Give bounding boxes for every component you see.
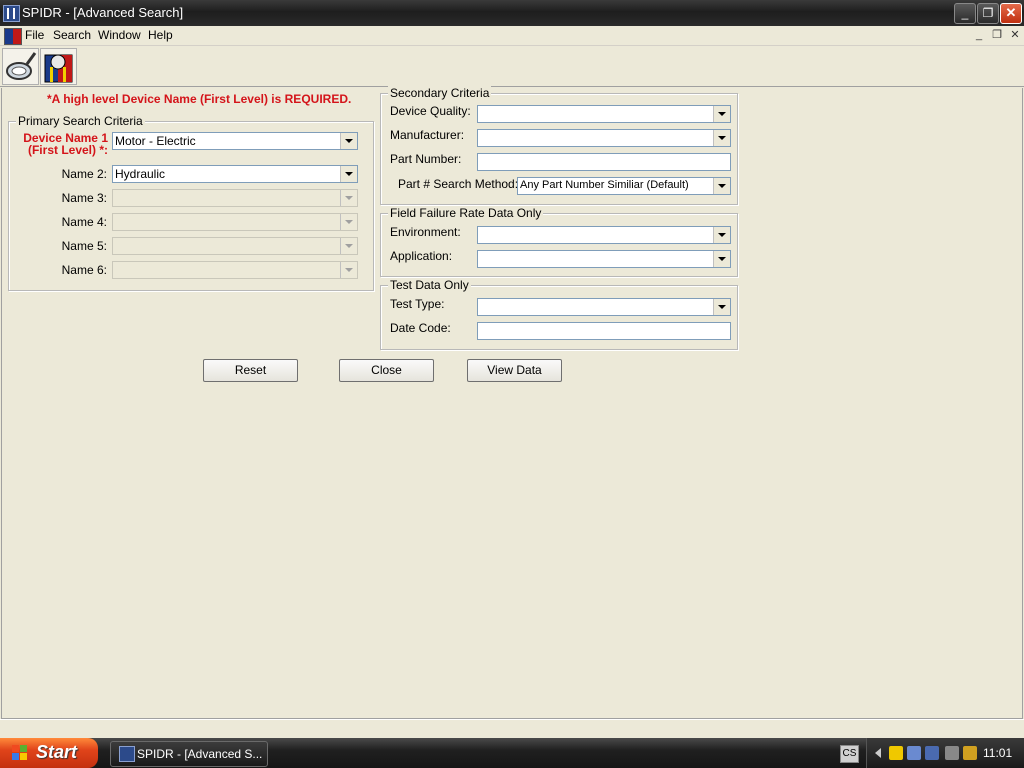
menu-window[interactable]: Window bbox=[98, 28, 141, 42]
primary-criteria-group: Primary Search Criteria Device Name 1 (F… bbox=[8, 114, 374, 291]
menu-help[interactable]: Help bbox=[148, 28, 173, 42]
start-button[interactable]: Start bbox=[0, 738, 98, 768]
app-icon[interactable] bbox=[3, 5, 20, 22]
taskbar-item-spidr[interactable]: SPIDR - [Advanced S... bbox=[110, 741, 268, 767]
clock[interactable]: 11:01 bbox=[983, 746, 1012, 760]
reset-button[interactable]: Reset bbox=[203, 359, 298, 382]
network-icon[interactable] bbox=[925, 746, 939, 760]
chevron-down-icon bbox=[340, 238, 357, 254]
spidr-report-icon bbox=[44, 54, 73, 83]
language-indicator[interactable]: CS bbox=[840, 745, 859, 763]
primary-criteria-legend: Primary Search Criteria bbox=[16, 114, 145, 128]
date-code-input[interactable] bbox=[477, 322, 731, 340]
name6-label: Name 6: bbox=[61, 263, 107, 277]
app-icon bbox=[119, 746, 135, 762]
chevron-down-icon[interactable] bbox=[340, 166, 357, 182]
name4-label: Name 4: bbox=[61, 215, 107, 229]
name3-select bbox=[112, 189, 358, 207]
chevron-down-icon[interactable] bbox=[713, 299, 730, 315]
manufacturer-label: Manufacturer: bbox=[390, 128, 465, 142]
windows-flag-icon bbox=[12, 745, 28, 761]
name6-select bbox=[112, 261, 358, 279]
toolbar bbox=[0, 46, 1024, 87]
environment-label: Environment: bbox=[390, 225, 461, 239]
network-icon[interactable] bbox=[907, 746, 921, 760]
window-title: SPIDR - [Advanced Search] bbox=[22, 5, 184, 20]
security-icon[interactable] bbox=[963, 746, 977, 760]
view-data-button[interactable]: View Data bbox=[467, 359, 562, 382]
application-label: Application: bbox=[390, 249, 453, 263]
mdi-minimize-button[interactable]: _ bbox=[972, 29, 986, 42]
advanced-search-form: *A high level Device Name (First Level) … bbox=[1, 86, 1023, 719]
name2-label: Name 2: bbox=[61, 167, 107, 181]
title-bar: SPIDR - [Advanced Search] _ ❐ ✕ bbox=[0, 0, 1024, 26]
name5-select bbox=[112, 237, 358, 255]
chevron-down-icon[interactable] bbox=[713, 106, 730, 122]
chevron-down-icon[interactable] bbox=[713, 130, 730, 146]
restore-button[interactable]: ❐ bbox=[977, 3, 999, 24]
field-failure-legend: Field Failure Rate Data Only bbox=[388, 206, 544, 220]
search-tool-button[interactable] bbox=[2, 48, 39, 85]
manufacturer-select[interactable] bbox=[477, 129, 731, 147]
name5-label: Name 5: bbox=[61, 239, 107, 253]
menu-bar: File Search Window Help _ ❐ ✕ bbox=[0, 26, 1024, 46]
name4-select bbox=[112, 213, 358, 231]
test-type-select[interactable] bbox=[477, 298, 731, 316]
warning-icon[interactable] bbox=[889, 746, 903, 760]
close-button[interactable]: ✕ bbox=[1000, 3, 1022, 24]
part-number-label: Part Number: bbox=[390, 152, 462, 166]
volume-icon[interactable] bbox=[945, 746, 959, 760]
name3-label: Name 3: bbox=[61, 191, 107, 205]
chevron-down-icon bbox=[340, 214, 357, 230]
device-quality-select[interactable] bbox=[477, 105, 731, 123]
taskbar: Start SPIDR - [Advanced S... 11:01 bbox=[0, 738, 1024, 768]
test-data-legend: Test Data Only bbox=[388, 278, 471, 292]
search-lens-icon bbox=[6, 52, 37, 80]
mdi-restore-button[interactable]: ❐ bbox=[990, 29, 1004, 42]
secondary-criteria-group: Secondary Criteria Device Quality: Manuf… bbox=[380, 86, 738, 205]
start-label: Start bbox=[36, 742, 78, 762]
part-number-input[interactable] bbox=[477, 153, 731, 171]
chevron-down-icon[interactable] bbox=[713, 178, 730, 194]
search-method-select[interactable]: Any Part Number Similiar (Default) bbox=[517, 177, 731, 195]
search-method-label: Part # Search Method: bbox=[398, 177, 519, 191]
date-code-label: Date Code: bbox=[390, 321, 451, 335]
minimize-button[interactable]: _ bbox=[954, 3, 976, 24]
device-name-1-select[interactable]: Motor - Electric bbox=[112, 132, 358, 150]
menu-search[interactable]: Search bbox=[53, 28, 91, 42]
required-note: *A high level Device Name (First Level) … bbox=[47, 92, 352, 106]
mdi-child-icon[interactable] bbox=[4, 28, 22, 45]
environment-select[interactable] bbox=[477, 226, 731, 244]
close-form-button[interactable]: Close bbox=[339, 359, 434, 382]
menu-file[interactable]: File bbox=[25, 28, 44, 42]
mdi-close-button[interactable]: ✕ bbox=[1008, 29, 1022, 42]
taskbar-item-label: SPIDR - [Advanced S... bbox=[137, 747, 263, 761]
application-select[interactable] bbox=[477, 250, 731, 268]
chevron-down-icon[interactable] bbox=[713, 227, 730, 243]
device-quality-label: Device Quality: bbox=[390, 104, 471, 118]
chevron-down-icon bbox=[340, 190, 357, 206]
report-tool-button[interactable] bbox=[40, 48, 77, 85]
field-failure-group: Field Failure Rate Data Only Environment… bbox=[380, 206, 738, 277]
chevron-down-icon bbox=[340, 262, 357, 278]
test-data-group: Test Data Only Test Type: Date Code: bbox=[380, 278, 738, 350]
chevron-down-icon[interactable] bbox=[340, 133, 357, 149]
test-type-label: Test Type: bbox=[390, 297, 445, 311]
chevron-down-icon[interactable] bbox=[713, 251, 730, 267]
device-name-1-label: Device Name 1 (First Level) *: bbox=[23, 131, 108, 157]
secondary-criteria-legend: Secondary Criteria bbox=[388, 86, 492, 100]
status-bar bbox=[0, 719, 1024, 739]
tray-expand-icon[interactable] bbox=[875, 748, 881, 758]
name2-select[interactable]: Hydraulic bbox=[112, 165, 358, 183]
